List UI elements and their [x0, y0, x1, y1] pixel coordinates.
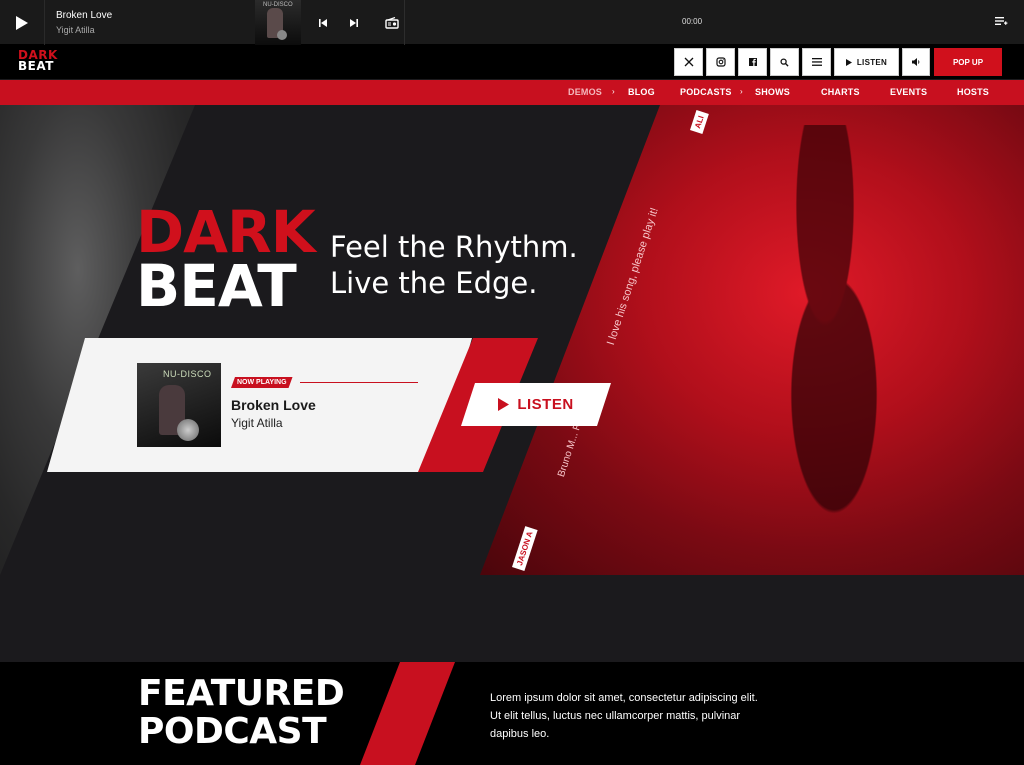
- player-time: 00:00: [682, 17, 703, 26]
- hero-listen-button[interactable]: LISTEN: [461, 383, 611, 426]
- featured-section: FEATURED PODCAST Lorem ipsum dolor sit a…: [0, 575, 1024, 765]
- hero-tagline: Feel the Rhythm. Live the Edge.: [330, 229, 578, 301]
- hero-tagline-line1: Feel the Rhythm.: [330, 230, 578, 264]
- now-playing-title: Broken Love: [231, 397, 316, 413]
- site-logo-line2: BEAT: [18, 59, 54, 73]
- volume-button[interactable]: [902, 48, 930, 76]
- play-icon: [845, 58, 852, 66]
- facebook-social-button[interactable]: [738, 48, 767, 76]
- player-divider: [404, 0, 405, 45]
- nav-item-charts[interactable]: CHARTS: [821, 87, 860, 97]
- featured-description-line2: Ut elit tellus, luctus nec ullamcorper m…: [490, 710, 741, 722]
- player-play-button[interactable]: [0, 0, 45, 45]
- skip-forward-icon: [350, 19, 358, 27]
- header-listen-label: LISTEN: [856, 57, 888, 67]
- popup-button[interactable]: POP UP: [934, 48, 1002, 76]
- now-playing-cover: NU-DISCO: [137, 363, 221, 447]
- now-playing-artist: Yigit Atilla: [231, 416, 283, 430]
- singer-silhouette: [735, 125, 915, 575]
- menu-button[interactable]: [802, 48, 831, 76]
- nav-item-blog[interactable]: BLOG: [628, 87, 655, 97]
- skip-back-icon: [319, 19, 327, 27]
- instagram-social-button[interactable]: [706, 48, 735, 76]
- x-social-button[interactable]: [674, 48, 703, 76]
- player-track-artist: Yigit Atilla: [56, 25, 95, 35]
- header-listen-button[interactable]: LISTEN: [834, 48, 899, 76]
- player-track-title: Broken Love: [56, 10, 113, 21]
- hero-tagline-line2: Live the Edge.: [330, 266, 538, 300]
- now-playing-divider: [300, 382, 418, 383]
- search-icon: [780, 57, 789, 67]
- page: Broken Love Yigit Atilla NU-DISCO 00:00 …: [0, 0, 1024, 765]
- hero-section: I love his song, please play it! Bruno M…: [0, 105, 1024, 575]
- site-header: DARK BEAT LISTEN POP UP: [0, 45, 1024, 79]
- featured-description-line1: Lorem ipsum dolor sit amet, consectetur …: [490, 692, 758, 704]
- search-button[interactable]: [770, 48, 799, 76]
- skip-forward-button[interactable]: [345, 14, 363, 32]
- x-icon: [684, 57, 693, 67]
- play-icon: [498, 398, 510, 411]
- facebook-icon: [748, 58, 757, 66]
- playlist-icon: [995, 17, 1008, 25]
- menu-icon: [811, 58, 822, 66]
- player-cover-thumbnail: NU-DISCO: [255, 0, 301, 45]
- now-playing-cover-text: NU-DISCO: [163, 369, 212, 379]
- volume-icon: [912, 58, 920, 66]
- hero-logo-line2: BEAT: [136, 252, 297, 320]
- player-bar: Broken Love Yigit Atilla NU-DISCO 00:00: [0, 0, 1024, 45]
- skip-back-button[interactable]: [314, 14, 332, 32]
- featured-title: FEATURED PODCAST: [138, 675, 356, 755]
- nav-item-events[interactable]: EVENTS: [890, 87, 927, 97]
- nav-item-hosts[interactable]: HOSTS: [957, 87, 989, 97]
- hero-listen-label: LISTEN: [517, 396, 574, 413]
- play-icon: [16, 15, 28, 30]
- site-logo[interactable]: DARK BEAT: [18, 50, 62, 76]
- instagram-icon: [715, 57, 726, 67]
- chevron-right-icon: ›: [612, 87, 615, 96]
- main-nav: DEMOS › BLOG PODCASTS › SHOWS CHARTS EVE…: [0, 80, 1024, 105]
- featured-description: Lorem ipsum dolor sit amet, consectetur …: [490, 689, 790, 743]
- playlist-button[interactable]: [994, 14, 1012, 32]
- nav-item-podcasts[interactable]: PODCASTS: [680, 87, 732, 97]
- hero-logo: DARK BEAT: [136, 205, 328, 325]
- featured-title-line2: PODCAST: [138, 711, 327, 752]
- nav-item-demos[interactable]: DEMOS: [568, 87, 602, 97]
- player-track-info: Broken Love Yigit Atilla: [56, 10, 112, 35]
- featured-description-line3: dapibus leo.: [490, 728, 550, 740]
- radio-icon: [385, 17, 399, 29]
- featured-title-line1: FEATURED: [138, 675, 345, 714]
- hero-logo-line1: DARK: [136, 205, 316, 266]
- hero-right-photo: [480, 105, 1024, 575]
- now-playing-badge: NOW PLAYING: [231, 377, 293, 388]
- chevron-right-icon: ›: [740, 87, 743, 96]
- nav-item-shows[interactable]: SHOWS: [755, 87, 790, 97]
- radio-button[interactable]: [383, 14, 401, 32]
